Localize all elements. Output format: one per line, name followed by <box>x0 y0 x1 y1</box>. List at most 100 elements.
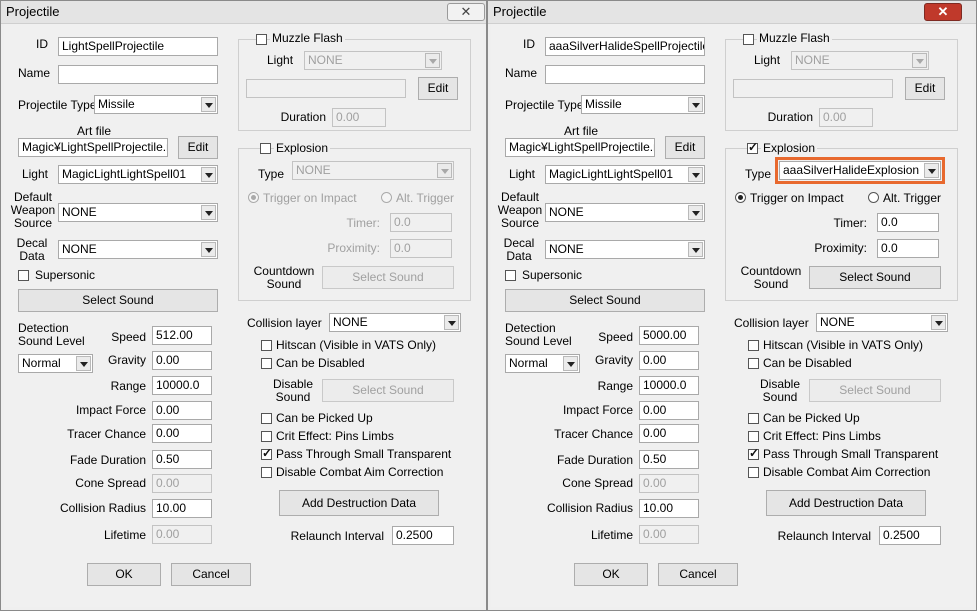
gravity-field[interactable]: 0.00 <box>639 351 699 370</box>
title-bar[interactable]: Projectile ✕ <box>488 1 976 24</box>
label-line: Data <box>506 249 532 263</box>
ok-button[interactable]: OK <box>574 563 648 586</box>
impact-force-field[interactable]: 0.00 <box>152 401 212 420</box>
chevron-down-icon[interactable] <box>201 97 216 112</box>
can-be-picked-up-checkbox[interactable] <box>261 413 272 424</box>
select-sound-button[interactable]: Select Sound <box>18 289 218 312</box>
explosion-label: Explosion <box>761 141 818 155</box>
id-field[interactable]: LightSpellProjectile <box>58 37 218 56</box>
id-field[interactable]: aaaSilverHalideSpellProjectile <box>545 37 705 56</box>
hitscan-label: Hitscan (Visible in VATS Only) <box>763 338 924 352</box>
timer-label: Timer: <box>833 216 867 230</box>
range-field[interactable]: 10000.0 <box>152 376 212 395</box>
name-field[interactable] <box>545 65 705 84</box>
collision-radius-field[interactable]: 10.00 <box>639 499 699 518</box>
pass-through-checkbox[interactable] <box>261 446 272 460</box>
disable-aim-correction-checkbox[interactable] <box>261 467 272 478</box>
art-edit-button[interactable]: Edit <box>178 136 218 159</box>
fade-duration-field[interactable]: 0.50 <box>639 450 699 469</box>
range-field[interactable]: 10000.0 <box>639 376 699 395</box>
tracer-chance-field[interactable]: 0.00 <box>152 424 212 443</box>
art-file-field[interactable]: Magic¥LightSpellProjectile.nif <box>18 138 168 157</box>
trigger-on-impact-radio[interactable] <box>735 192 746 203</box>
tracer-chance-label: Tracer Chance <box>554 427 633 441</box>
explosion-type-select[interactable]: aaaSilverHalideExplosion <box>775 157 945 184</box>
chevron-down-icon[interactable] <box>931 315 946 330</box>
add-destruction-data-button[interactable]: Add Destruction Data <box>766 490 926 516</box>
weapon-source-select[interactable]: NONE <box>545 203 705 222</box>
weapon-source-select[interactable]: NONE <box>58 203 218 222</box>
impact-force-field[interactable]: 0.00 <box>639 401 699 420</box>
proximity-field[interactable]: 0.0 <box>877 239 939 258</box>
timer-field[interactable]: 0.0 <box>877 213 939 232</box>
decal-data-label: Decal Data <box>495 237 543 263</box>
supersonic-checkbox[interactable] <box>505 270 516 281</box>
countdown-select-sound-button[interactable]: Select Sound <box>809 266 941 289</box>
chevron-down-icon[interactable] <box>437 163 452 178</box>
chevron-down-icon[interactable] <box>688 97 703 112</box>
select-sound-button[interactable]: Select Sound <box>505 289 705 312</box>
close-button[interactable]: ✕ <box>924 3 962 21</box>
art-file-field[interactable]: Magic¥LightSpellProjectile.nif <box>505 138 655 157</box>
muzzle-edit-button[interactable]: Edit <box>905 77 945 100</box>
hitscan-checkbox[interactable] <box>261 340 272 351</box>
explosion-checkbox[interactable] <box>260 143 271 154</box>
fade-duration-field[interactable]: 0.50 <box>152 450 212 469</box>
hitscan-checkbox[interactable] <box>748 340 759 351</box>
projectile-type-select[interactable]: Missile <box>94 95 218 114</box>
muzzle-flash-field <box>733 79 893 98</box>
title-bar[interactable]: Projectile ✕ <box>1 1 486 24</box>
name-field[interactable] <box>58 65 218 84</box>
relaunch-interval-field[interactable]: 0.2500 <box>392 526 454 545</box>
can-be-disabled-checkbox[interactable] <box>261 358 272 369</box>
collision-layer-select[interactable]: NONE <box>329 313 461 332</box>
gravity-field[interactable]: 0.00 <box>152 351 212 370</box>
can-be-disabled-checkbox[interactable] <box>748 358 759 369</box>
chevron-down-icon[interactable] <box>688 205 703 220</box>
muzzle-flash-checkbox[interactable] <box>256 34 267 45</box>
tracer-chance-label: Tracer Chance <box>67 427 146 441</box>
speed-field[interactable]: 512.00 <box>152 326 212 345</box>
speed-field[interactable]: 5000.00 <box>639 326 699 345</box>
chevron-down-icon[interactable] <box>924 163 939 178</box>
art-edit-button[interactable]: Edit <box>665 136 705 159</box>
crit-effect-checkbox[interactable] <box>748 431 759 442</box>
decal-data-select[interactable]: NONE <box>545 240 705 259</box>
pass-through-checkbox[interactable] <box>748 446 759 460</box>
proximity-label: Proximity: <box>327 241 380 255</box>
can-be-picked-up-checkbox[interactable] <box>748 413 759 424</box>
chevron-down-icon[interactable] <box>201 167 216 182</box>
add-destruction-data-button[interactable]: Add Destruction Data <box>279 490 439 516</box>
label-line: Source <box>500 216 540 230</box>
lifetime-field: 0.00 <box>639 525 699 544</box>
duration-label: Duration <box>767 110 813 124</box>
muzzle-flash-checkbox[interactable] <box>743 34 754 45</box>
crit-effect-checkbox[interactable] <box>261 431 272 442</box>
muzzle-edit-button[interactable]: Edit <box>418 77 458 100</box>
cancel-button[interactable]: Cancel <box>658 563 738 586</box>
collision-radius-field[interactable]: 10.00 <box>152 499 212 518</box>
label-line: Countdown <box>253 264 315 278</box>
chevron-down-icon <box>912 53 927 68</box>
collision-layer-select[interactable]: NONE <box>816 313 948 332</box>
light-select[interactable]: MagicLightLightSpell01 <box>545 165 705 184</box>
chevron-down-icon[interactable] <box>688 242 703 257</box>
projectile-type-select[interactable]: Missile <box>581 95 705 114</box>
alt-trigger-radio[interactable] <box>868 192 879 203</box>
disable-aim-correction-checkbox[interactable] <box>748 467 759 478</box>
fade-duration-label: Fade Duration <box>69 453 146 467</box>
chevron-down-icon[interactable] <box>201 205 216 220</box>
cancel-button[interactable]: Cancel <box>171 563 251 586</box>
supersonic-checkbox[interactable] <box>18 270 29 281</box>
collision-layer-label: Collision layer <box>734 316 809 330</box>
explosion-checkbox[interactable] <box>747 140 758 154</box>
relaunch-interval-field[interactable]: 0.2500 <box>879 526 941 545</box>
decal-data-select[interactable]: NONE <box>58 240 218 259</box>
tracer-chance-field[interactable]: 0.00 <box>639 424 699 443</box>
chevron-down-icon[interactable] <box>201 242 216 257</box>
chevron-down-icon[interactable] <box>444 315 459 330</box>
chevron-down-icon[interactable] <box>688 167 703 182</box>
light-select[interactable]: MagicLightLightSpell01 <box>58 165 218 184</box>
ok-button[interactable]: OK <box>87 563 161 586</box>
close-button[interactable]: ✕ <box>447 3 485 21</box>
